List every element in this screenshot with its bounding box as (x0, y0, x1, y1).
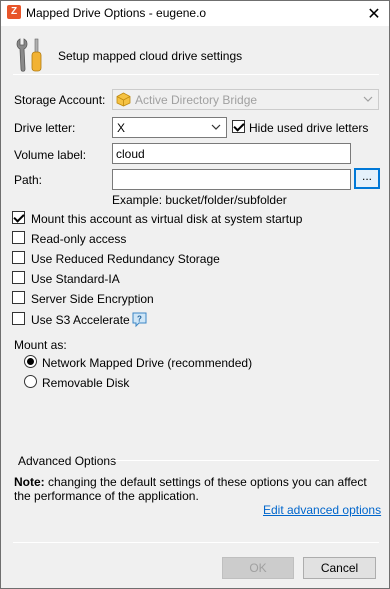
option-label-reduced-redundancy: Use Reduced Redundancy Storage (31, 252, 220, 266)
option-label-s3-accelerate: Use S3 Accelerate (31, 313, 130, 327)
option-checkbox-s3-accelerate[interactable] (12, 312, 25, 325)
option-checkbox-standard-ia[interactable] (12, 271, 25, 284)
drive-letter-label: Drive letter: (14, 121, 76, 135)
path-label: Path: (14, 173, 43, 187)
advanced-options-rule (111, 460, 379, 461)
advanced-note: Note: changing the default settings of t… (14, 475, 374, 503)
ok-button[interactable]: OK (222, 557, 294, 579)
option-checkbox-read-only[interactable] (12, 231, 25, 244)
drive-letter-value: X (117, 121, 126, 135)
storage-account-label: Storage Account: (14, 93, 106, 107)
header-text: Setup mapped cloud drive settings (58, 49, 243, 63)
help-icon[interactable]: ? (131, 312, 148, 328)
drive-letter-select[interactable]: X (112, 117, 227, 138)
cube-icon (116, 92, 131, 107)
path-input[interactable] (112, 169, 351, 190)
radio-removable-disk[interactable] (24, 375, 37, 388)
browse-button[interactable]: ... (354, 168, 380, 189)
close-button[interactable]: ✕ (359, 1, 389, 26)
volume-label-label: Volume label: (14, 148, 87, 162)
window-title: Mapped Drive Options - eugene.o (26, 6, 207, 20)
header-separator (13, 74, 379, 75)
advanced-options-title: Advanced Options (18, 454, 117, 468)
option-checkbox-mount-startup[interactable] (12, 211, 25, 224)
tools-icon (16, 38, 42, 72)
advanced-note-bold: Note: (14, 475, 45, 489)
group-line-left (13, 460, 15, 461)
radio-label-network-drive: Network Mapped Drive (recommended) (42, 356, 253, 370)
svg-text:?: ? (137, 315, 142, 324)
chevron-down-icon (211, 124, 221, 130)
dialog-window: Z Mapped Drive Options - eugene.o ✕ Setu… (0, 0, 390, 589)
option-checkbox-sse[interactable] (12, 291, 25, 304)
cancel-button[interactable]: Cancel (303, 557, 376, 579)
option-label-mount-startup: Mount this account as virtual disk at sy… (31, 212, 303, 226)
footer-separator (13, 542, 379, 543)
hide-used-checkbox[interactable] (232, 120, 245, 133)
radio-label-removable-disk: Removable Disk (42, 376, 130, 390)
option-label-sse: Server Side Encryption (31, 292, 154, 306)
radio-network-drive[interactable] (24, 355, 37, 368)
mount-as-label: Mount as: (14, 338, 67, 352)
storage-account-value: Active Directory Bridge (135, 93, 258, 107)
chevron-down-icon (363, 96, 373, 102)
hide-used-label: Hide used drive letters (249, 121, 369, 135)
edit-advanced-options-link[interactable]: Edit advanced options (263, 503, 381, 517)
option-checkbox-reduced-redundancy[interactable] (12, 251, 25, 264)
option-label-standard-ia: Use Standard-IA (31, 272, 120, 286)
title-bar: Z Mapped Drive Options - eugene.o ✕ (1, 1, 389, 26)
option-label-read-only: Read-only access (31, 232, 127, 246)
advanced-note-text: changing the default settings of these o… (14, 475, 367, 503)
volume-label-value: cloud (116, 147, 145, 161)
app-logo-icon: Z (7, 5, 21, 19)
storage-account-select[interactable]: Active Directory Bridge (112, 89, 379, 110)
volume-label-input[interactable]: cloud (112, 143, 351, 164)
path-example: Example: bucket/folder/subfolder (112, 193, 287, 207)
